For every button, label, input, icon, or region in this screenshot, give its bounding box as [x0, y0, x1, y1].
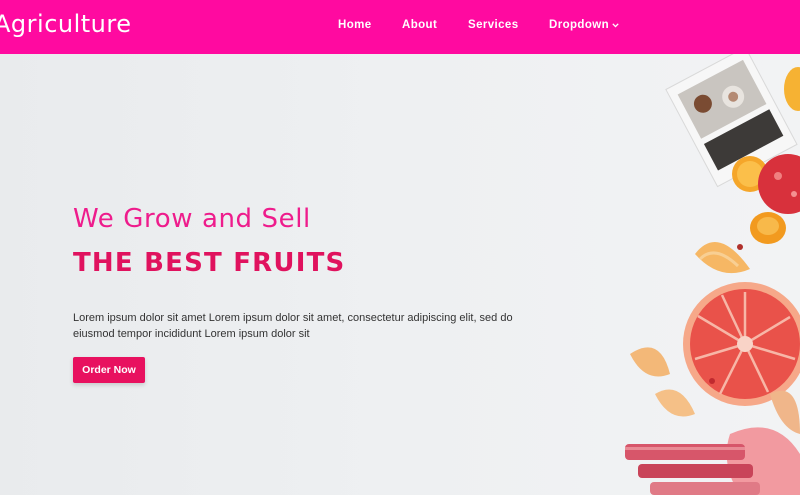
order-now-button[interactable]: Order Now	[73, 357, 145, 383]
navbar: Agriculture Home About Services Dropdown	[0, 0, 800, 54]
hero-tagline: We Grow and Sell	[73, 204, 311, 234]
nav-services[interactable]: Services	[468, 19, 519, 31]
hero-description: Lorem ipsum dolor sit amet Lorem ipsum d…	[73, 312, 513, 340]
brand-logo[interactable]: Agriculture	[0, 10, 132, 38]
nav-dropdown[interactable]: Dropdown	[549, 19, 619, 31]
nav-about[interactable]: About	[402, 19, 437, 31]
hero-section: We Grow and Sell THE BEST FRUITS Lorem i…	[0, 54, 800, 495]
fruit-photo	[625, 54, 800, 495]
nav-dropdown-label: Dropdown	[549, 19, 610, 32]
hero-headline: THE BEST FRUITS	[73, 248, 346, 278]
chevron-down-icon	[612, 19, 619, 31]
nav-home[interactable]: Home	[338, 19, 372, 31]
